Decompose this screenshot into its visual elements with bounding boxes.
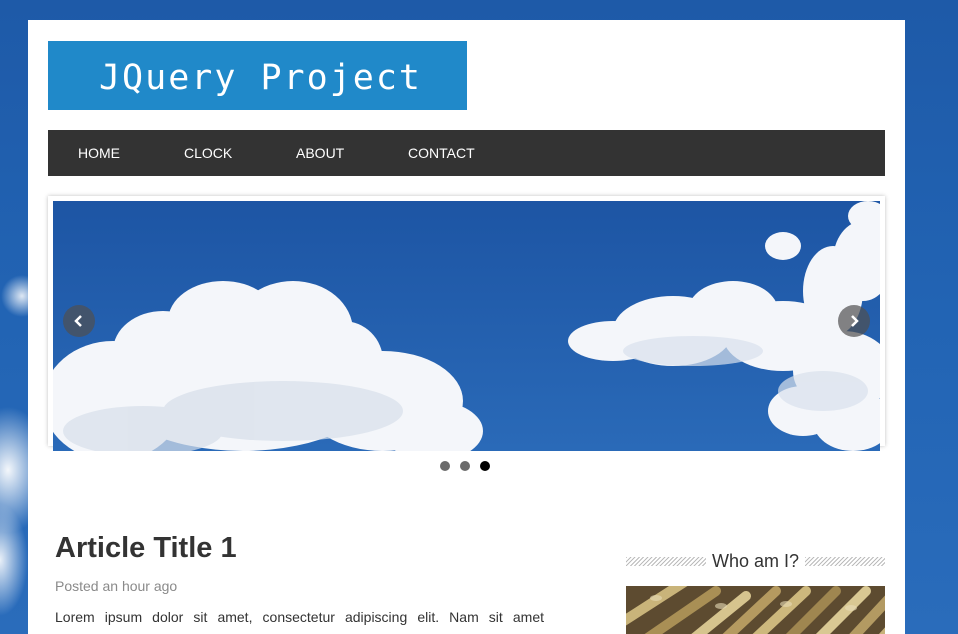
sidebar-widget-header: Who am I? xyxy=(626,550,885,572)
site-logo[interactable]: JQuery Project xyxy=(48,41,467,110)
nav-item-contact[interactable]: CONTACT xyxy=(408,145,475,161)
widget-title: Who am I? xyxy=(711,550,800,571)
article-meta: Posted an hour ago xyxy=(55,578,178,594)
slider-prev-button[interactable] xyxy=(63,305,95,337)
slider-dot-3[interactable] xyxy=(480,461,490,471)
page-container: JQuery Project HOME CLOCK ABOUT CONTACT xyxy=(28,20,905,634)
slide-image xyxy=(53,201,880,451)
divider-stripes xyxy=(805,556,885,566)
slider-dots xyxy=(440,461,490,471)
slider-dot-2[interactable] xyxy=(460,461,470,471)
chevron-left-icon xyxy=(74,315,82,327)
nav-item-home[interactable]: HOME xyxy=(78,145,120,161)
slider-next-button[interactable] xyxy=(838,305,870,337)
image-slider xyxy=(48,196,885,451)
slider-dot-1[interactable] xyxy=(440,461,450,471)
article-title[interactable]: Article Title 1 xyxy=(55,532,237,565)
nav-item-clock[interactable]: CLOCK xyxy=(184,145,232,161)
article-body: Lorem ipsum dolor sit amet, consectetur … xyxy=(55,609,544,625)
nav-item-about[interactable]: ABOUT xyxy=(296,145,344,161)
chevron-right-icon xyxy=(851,315,859,327)
logo-text: JQuery Project xyxy=(98,57,422,98)
profile-image xyxy=(626,586,885,634)
divider-stripes xyxy=(626,556,706,566)
main-nav: HOME CLOCK ABOUT CONTACT xyxy=(48,130,885,176)
